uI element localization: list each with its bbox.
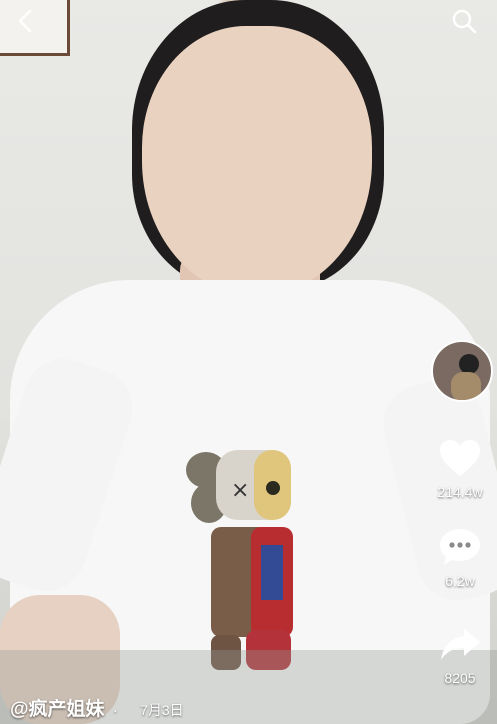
author-name[interactable]: @疯产姐妹 xyxy=(10,699,105,720)
comment-count: 6.2w xyxy=(445,573,475,589)
share-arrow-icon xyxy=(441,628,480,660)
svg-text:×: × xyxy=(231,478,249,503)
search-button[interactable] xyxy=(449,6,479,36)
video-screen[interactable]: × 214.4w 6.2w 8205 @疯产姐妹 · 7月3日 xyxy=(0,0,497,724)
comment-bubble-icon xyxy=(440,529,480,565)
person-face xyxy=(142,26,372,296)
like-button[interactable]: 214.4w xyxy=(424,438,496,500)
back-button[interactable] xyxy=(13,9,37,33)
video-caption: @疯产姐妹 · 7月3日 xyxy=(10,694,184,721)
heart-icon xyxy=(440,440,480,476)
caption-separator: · xyxy=(112,702,118,718)
share-button[interactable]: 8205 xyxy=(424,624,496,686)
post-date: 7月3日 xyxy=(140,702,184,718)
avatar-body xyxy=(451,372,481,400)
chevron-left-icon xyxy=(18,9,32,33)
search-icon xyxy=(452,9,477,34)
share-count: 8205 xyxy=(444,670,476,686)
like-count: 214.4w xyxy=(437,484,483,500)
comment-button[interactable]: 6.2w xyxy=(424,527,496,589)
creator-avatar[interactable] xyxy=(431,340,493,402)
shirt-graphic: × xyxy=(186,450,293,670)
video-frame[interactable]: × xyxy=(0,0,497,724)
avatar-head xyxy=(459,354,479,374)
top-bar xyxy=(0,0,497,60)
